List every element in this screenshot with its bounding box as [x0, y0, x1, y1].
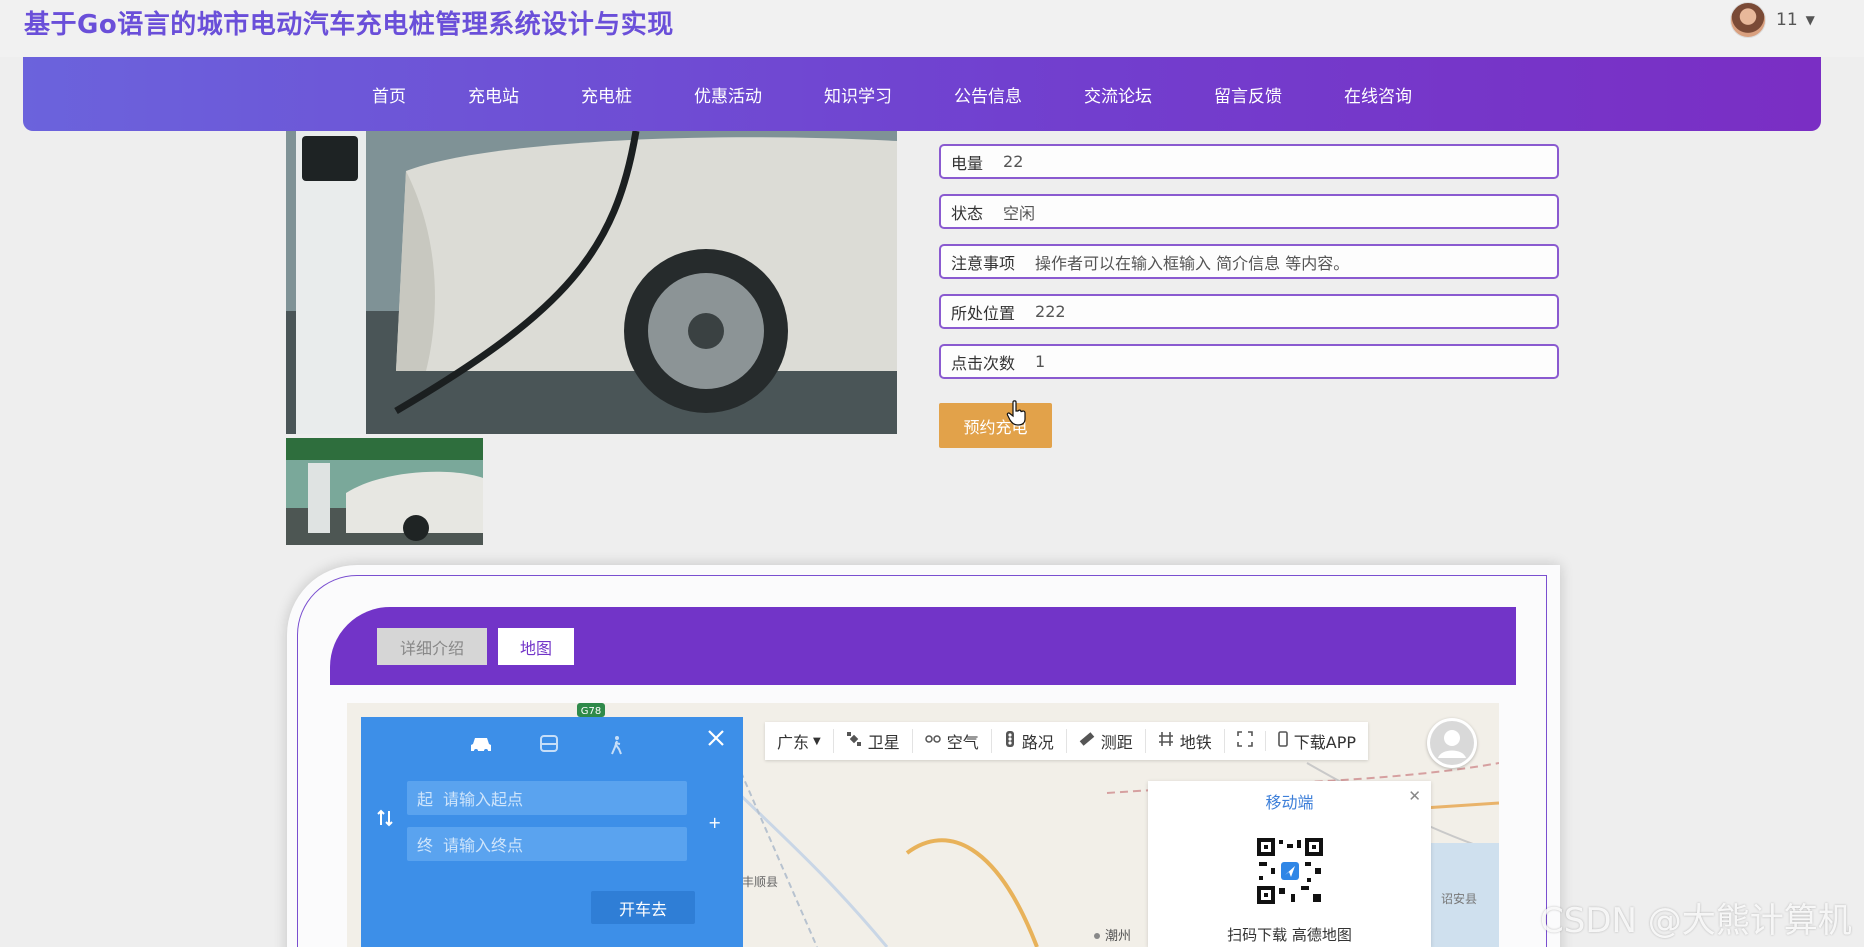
tab-map[interactable]: 地图 — [498, 628, 574, 665]
end-tag: 终 — [417, 836, 434, 855]
phone-icon — [1277, 731, 1288, 751]
satellite-toggle[interactable]: 卫星 — [834, 729, 913, 753]
nav-promotions[interactable]: 优惠活动 — [694, 82, 762, 107]
charging-pile-thumbnail[interactable] — [286, 438, 483, 545]
qr-code-icon — [1255, 836, 1325, 906]
download-app-label: 下载APP — [1293, 733, 1357, 752]
nav-knowledge[interactable]: 知识学习 — [824, 82, 892, 107]
map-toolbar: 广东 ▼ 卫星 空气 路况 测距 地铁 下载APP — [765, 722, 1369, 760]
traffic-light-icon — [1004, 731, 1016, 751]
subway-label: 地铁 — [1179, 733, 1212, 752]
car-icon[interactable] — [470, 735, 492, 759]
start-placeholder: 请输入起点 — [443, 790, 524, 809]
nav-charging-station[interactable]: 充电站 — [468, 82, 519, 107]
field-power: 电量 22 — [939, 144, 1559, 179]
air-label: 空气 — [946, 733, 979, 752]
field-notes-value: 操作者可以在输入框输入 简介信息 等内容。 — [1035, 253, 1350, 273]
route-start-input[interactable]: 起 请输入起点 — [407, 781, 687, 815]
walk-icon[interactable] — [606, 735, 628, 759]
field-status-label: 状态 — [951, 203, 984, 223]
username[interactable]: 11 — [1776, 10, 1798, 30]
nav-forum[interactable]: 交流论坛 — [1084, 82, 1152, 107]
satellite-icon — [846, 731, 862, 751]
nav-announcements[interactable]: 公告信息 — [954, 82, 1022, 107]
tab-detail-intro[interactable]: 详细介绍 — [377, 628, 487, 665]
field-location-label: 所处位置 — [951, 303, 1016, 323]
nav-home[interactable]: 首页 — [372, 82, 406, 107]
ev-charging-illustration — [286, 131, 897, 434]
field-clicks: 点击次数 1 — [939, 344, 1559, 379]
close-icon[interactable]: ✕ — [1408, 787, 1421, 805]
map-user-avatar[interactable] — [1427, 718, 1477, 768]
subway-toggle[interactable]: 地铁 — [1146, 729, 1225, 753]
traffic-toggle[interactable]: 路况 — [992, 729, 1067, 753]
region-label[interactable]: 广东 — [777, 729, 809, 753]
route-panel: 起 请输入起点 终 请输入终点 + 开车去 — [361, 717, 743, 947]
mobile-caption: 扫码下载 高德地图 — [1227, 926, 1352, 944]
hand-cursor-icon — [1006, 400, 1026, 426]
thumbnail-illustration — [286, 438, 483, 545]
reserve-charging-button[interactable]: 预约充电 — [939, 403, 1052, 448]
road-label-g78: G78 — [581, 706, 601, 717]
close-route-icon[interactable] — [707, 729, 725, 751]
nav-feedback[interactable]: 留言反馈 — [1214, 82, 1282, 107]
nav-consultation[interactable]: 在线咨询 — [1344, 82, 1412, 107]
field-clicks-value: 1 — [1035, 352, 1046, 371]
map-label-fengshun: 丰顺县 — [742, 875, 778, 889]
ruler-icon — [1079, 731, 1095, 751]
field-status: 状态 空闲 — [939, 194, 1559, 229]
top-bar: 基于Go语言的城市电动汽车充电桩管理系统设计与实现 11 ▼ — [0, 0, 1864, 57]
field-location: 所处位置 222 — [939, 294, 1559, 329]
traffic-label: 路况 — [1021, 733, 1054, 752]
nav-charging-pile[interactable]: 充电桩 — [581, 82, 632, 107]
subway-icon — [1158, 731, 1174, 751]
fullscreen-icon — [1236, 731, 1253, 751]
field-clicks-label: 点击次数 — [951, 353, 1016, 373]
start-tag: 起 — [417, 790, 434, 809]
field-notes: 注意事项 操作者可以在输入框输入 简介信息 等内容。 — [939, 244, 1559, 279]
region-select[interactable]: 广东 ▼ — [765, 729, 834, 753]
mobile-qr-card: 移动端 ✕ 扫码下载 高德地图 — [1148, 781, 1431, 947]
drive-go-button[interactable]: 开车去 — [591, 891, 695, 924]
measure-toggle[interactable]: 测距 — [1067, 729, 1146, 753]
field-status-value: 空闲 — [1003, 203, 1036, 223]
user-menu[interactable]: 11 ▼ — [1730, 2, 1815, 38]
field-power-value: 22 — [1003, 152, 1024, 171]
swap-icon[interactable] — [376, 809, 394, 831]
caret-down-icon[interactable]: ▼ — [1806, 13, 1815, 27]
site-title: 基于Go语言的城市电动汽车充电桩管理系统设计与实现 — [24, 10, 674, 40]
mobile-title: 移动端 — [1265, 793, 1314, 812]
route-modes — [470, 735, 674, 759]
map-label-chaozhou: 潮州 — [1105, 929, 1131, 944]
charging-pile-photo — [286, 131, 897, 434]
user-avatar[interactable] — [1730, 2, 1766, 38]
bus-icon[interactable] — [538, 735, 560, 759]
air-quality-icon — [924, 731, 941, 751]
satellite-label: 卫星 — [867, 733, 900, 752]
default-avatar-icon — [1430, 721, 1474, 765]
region-caret-icon: ▼ — [813, 735, 821, 747]
fullscreen-toggle[interactable] — [1225, 731, 1266, 751]
field-notes-label: 注意事项 — [951, 253, 1016, 273]
field-location-value: 222 — [1035, 302, 1066, 321]
download-app[interactable]: 下载APP — [1266, 729, 1368, 753]
route-end-input[interactable]: 终 请输入终点 — [407, 827, 687, 861]
main-nav: 首页 充电站 充电桩 优惠活动 知识学习 公告信息 交流论坛 留言反馈 在线咨询 — [23, 57, 1821, 131]
add-waypoint-icon[interactable]: + — [708, 813, 721, 832]
map-label-zhaoan: 诏安县 — [1441, 891, 1477, 906]
air-toggle[interactable]: 空气 — [913, 729, 992, 753]
field-power-label: 电量 — [951, 153, 984, 173]
measure-label: 测距 — [1100, 733, 1133, 752]
watermark: CSDN @大熊计算机 — [1540, 901, 1852, 941]
end-placeholder: 请输入终点 — [443, 836, 524, 855]
